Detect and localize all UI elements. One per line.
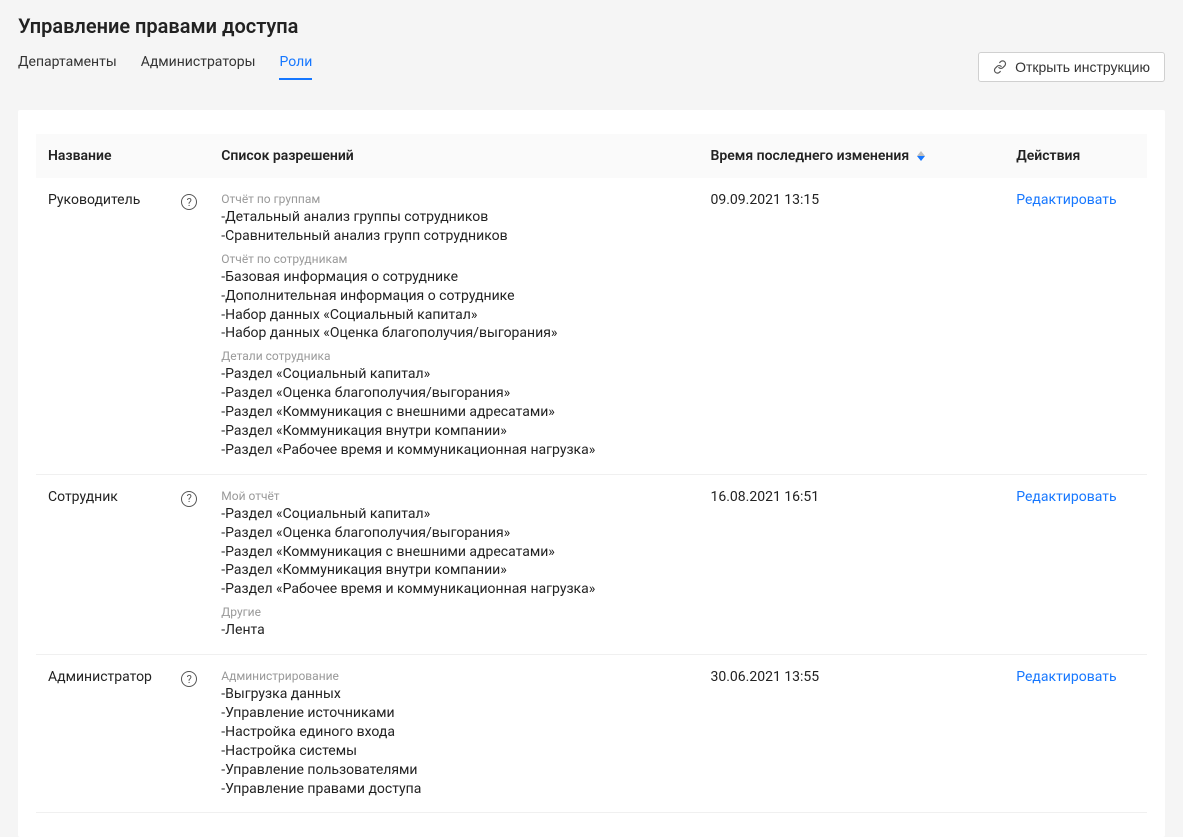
last-modified: 16.08.2021 16:51 <box>699 474 1005 654</box>
perm-item: -Настройка единого входа <box>221 723 686 742</box>
th-permissions[interactable]: Список разрешений <box>209 134 698 178</box>
perm-item: -Раздел «Социальный капитал» <box>221 365 686 384</box>
perm-item: -Лента <box>221 621 686 640</box>
perm-item: -Базовая информация о сотруднике <box>221 268 686 287</box>
th-last-modified-label: Время последнего изменения <box>711 148 910 164</box>
th-actions[interactable]: Действия <box>1004 134 1147 178</box>
perm-item: -Раздел «Оценка благополучия/выгорания» <box>221 384 686 403</box>
role-name: Администратор <box>48 669 152 685</box>
last-modified: 09.09.2021 13:15 <box>699 178 1005 474</box>
sort-icon <box>917 151 925 161</box>
perm-item: -Управление пользователями <box>221 761 686 780</box>
perm-item: -Раздел «Рабочее время и коммуникационна… <box>221 441 686 460</box>
help-icon[interactable]: ? <box>181 671 197 687</box>
role-name: Сотрудник <box>48 489 118 505</box>
perm-group-title: Отчёт по сотрудникам <box>221 252 686 266</box>
perm-item: -Сравнительный анализ групп сотрудников <box>221 227 686 246</box>
perm-item: -Раздел «Коммуникация внутри компании» <box>221 422 686 441</box>
table-row: Администратор? Администрирование -Выгрузка… <box>36 655 1147 813</box>
perm-item: -Раздел «Коммуникация с внешними адресат… <box>221 543 686 562</box>
last-modified: 30.06.2021 13:55 <box>699 655 1005 813</box>
perm-item: -Настройка системы <box>221 742 686 761</box>
perm-item: -Раздел «Социальный капитал» <box>221 505 686 524</box>
help-icon[interactable]: ? <box>181 491 197 507</box>
perm-group-title: Мой отчёт <box>221 489 686 503</box>
perm-item: -Управление правами доступа <box>221 780 686 799</box>
perm-group-title: Администрирование <box>221 669 686 683</box>
perm-item: -Раздел «Рабочее время и коммуникационна… <box>221 580 686 599</box>
tab-1[interactable]: Администраторы <box>141 54 256 80</box>
open-instruction-label: Открыть инструкцию <box>1015 59 1150 75</box>
tab-0[interactable]: Департаменты <box>18 54 117 80</box>
perm-item: -Раздел «Коммуникация внутри компании» <box>221 561 686 580</box>
th-name[interactable]: Название <box>36 134 209 178</box>
open-instruction-button[interactable]: Открыть инструкцию <box>978 52 1165 82</box>
tabs: Департаменты Администраторы Роли <box>18 54 312 80</box>
table-row: Руководитель? Отчёт по группам -Детальный … <box>36 178 1147 474</box>
help-icon[interactable]: ? <box>181 194 197 210</box>
th-last-modified[interactable]: Время последнего изменения <box>699 134 1005 178</box>
perm-item: -Набор данных «Социальный капитал» <box>221 306 686 325</box>
perm-item: -Детальный анализ группы сотрудников <box>221 208 686 227</box>
perm-group-title: Отчёт по группам <box>221 192 686 206</box>
perm-group-title: Детали сотрудника <box>221 349 686 363</box>
page-title: Управление правами доступа <box>18 14 1165 38</box>
perm-group-title: Другие <box>221 605 686 619</box>
table-row: Сотрудник? Мой отчёт -Раздел «Социальный к… <box>36 474 1147 654</box>
perm-item: -Набор данных «Оценка благополучия/выгор… <box>221 324 686 343</box>
perm-item: -Раздел «Коммуникация с внешними адресат… <box>221 403 686 422</box>
edit-link[interactable]: Редактировать <box>1016 669 1116 685</box>
roles-table: Название Список разрешений Время последн… <box>36 134 1147 813</box>
edit-link[interactable]: Редактировать <box>1016 489 1116 505</box>
role-name: Руководитель <box>48 192 140 208</box>
perm-item: -Дополнительная информация о сотруднике <box>221 287 686 306</box>
content-card: Название Список разрешений Время последн… <box>18 110 1165 837</box>
edit-link[interactable]: Редактировать <box>1016 192 1116 208</box>
link-icon <box>993 60 1007 74</box>
perm-item: -Раздел «Оценка благополучия/выгорания» <box>221 524 686 543</box>
tab-2[interactable]: Роли <box>279 54 312 80</box>
perm-item: -Управление источниками <box>221 704 686 723</box>
perm-item: -Выгрузка данных <box>221 685 686 704</box>
